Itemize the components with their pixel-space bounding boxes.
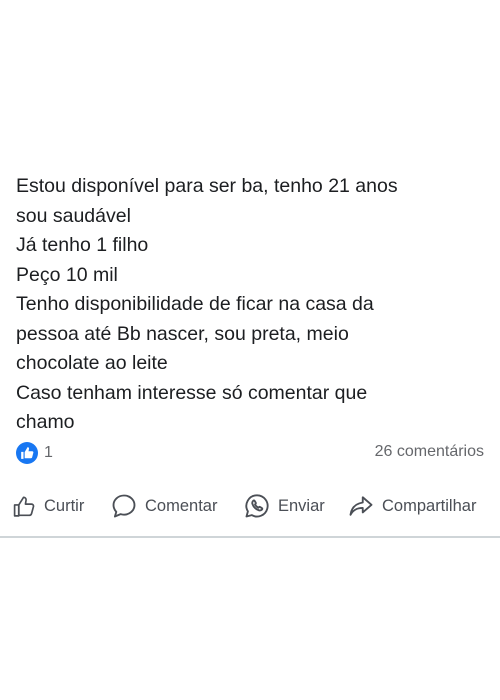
thumbs-up-icon xyxy=(12,494,37,519)
send-label: Enviar xyxy=(278,496,325,515)
divider xyxy=(0,536,500,538)
whatsapp-icon xyxy=(243,492,271,520)
comment-bubble-icon xyxy=(110,492,138,520)
post-text-line: Já tenho 1 filho xyxy=(16,234,149,256)
post-text-line: Estou disponível para ser ba, tenho 21 a… xyxy=(16,175,398,197)
share-arrow-icon xyxy=(347,492,375,520)
like-label: Curtir xyxy=(44,496,85,515)
like-button[interactable]: Curtir xyxy=(12,490,84,522)
reaction-count: 1 xyxy=(44,444,53,461)
post-action-bar: Curtir Comentar Enviar Compartilhar xyxy=(0,490,500,522)
comment-button[interactable]: Comentar xyxy=(110,490,217,522)
reactions-summary[interactable]: 1 xyxy=(16,441,53,465)
share-button[interactable]: Compartilhar xyxy=(347,490,476,522)
post-text-line: chocolate ao leite xyxy=(16,352,168,374)
send-button[interactable]: Enviar xyxy=(243,490,325,522)
post-card: Estou disponível para ser ba, tenho 21 a… xyxy=(0,0,500,700)
post-text-line: pessoa até Bb nascer, sou preta, meio xyxy=(16,322,349,345)
like-reaction-icon xyxy=(16,442,38,464)
comment-label: Comentar xyxy=(145,496,218,515)
share-label: Compartilhar xyxy=(382,496,477,515)
post-text-line: chamo xyxy=(16,411,75,433)
post-text: Estou disponível para ser ba, tenho 21 a… xyxy=(16,172,490,438)
comments-count-link[interactable]: 26 comentários xyxy=(375,443,484,461)
post-text-line: Tenho disponibilidade de ficar na casa d… xyxy=(16,293,374,315)
post-text-line: Caso tenham interesse só comentar que xyxy=(16,381,368,404)
post-text-line: sou saudável xyxy=(16,204,131,227)
post-text-line: Peço 10 mil xyxy=(16,263,118,286)
